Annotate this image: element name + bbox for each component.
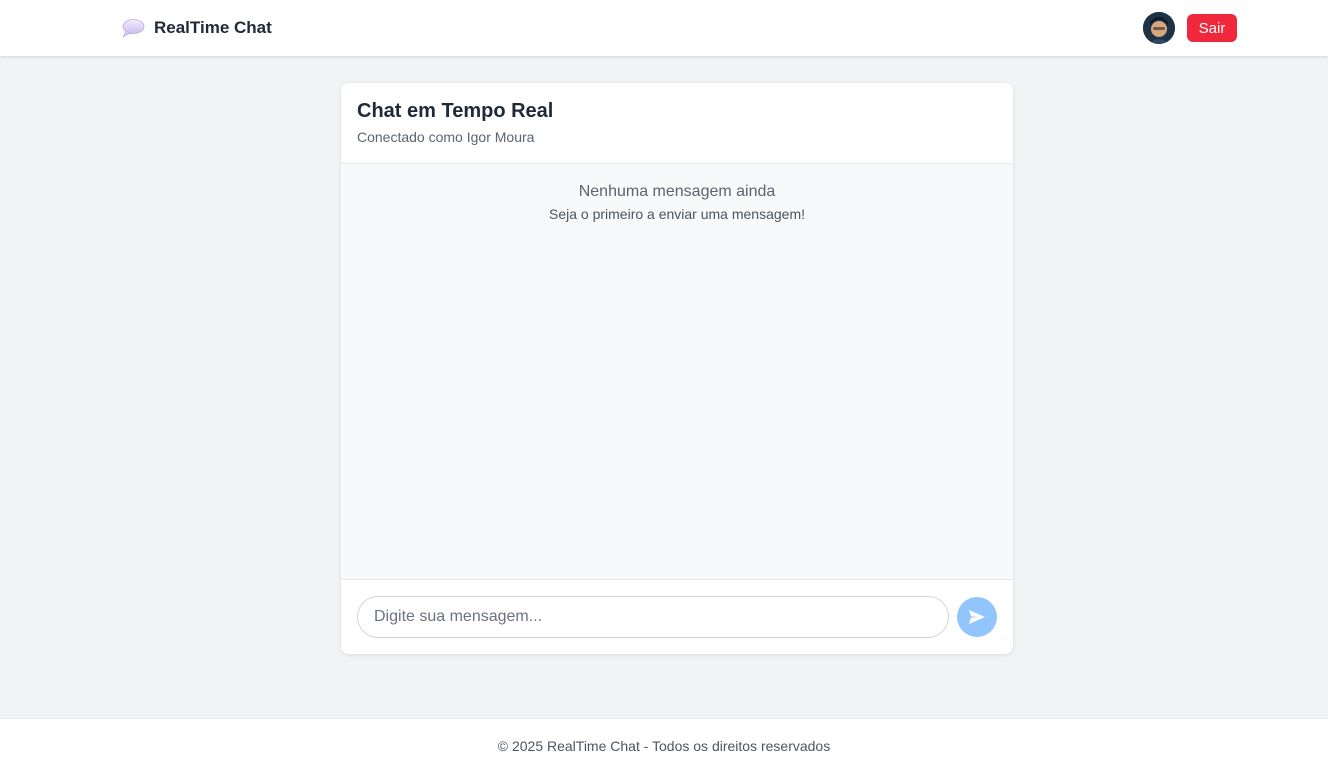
brand-name: RealTime Chat xyxy=(154,18,272,37)
copyright-text: © 2025 RealTime Chat - Todos os direitos… xyxy=(497,738,831,754)
top-navbar: RealTime Chat Sair xyxy=(0,0,1328,56)
send-button[interactable] xyxy=(957,597,997,637)
user-avatar-image xyxy=(1143,12,1175,44)
empty-state-title: Nenhuma mensagem ainda xyxy=(578,183,776,200)
brand[interactable]: RealTime Chat xyxy=(121,16,272,40)
message-composer xyxy=(341,580,1013,654)
chat-card: Chat em Tempo Real Conectado como Igor M… xyxy=(341,83,1013,654)
send-icon xyxy=(969,610,985,624)
empty-state-subtitle: Seja o primeiro a enviar uma mensagem! xyxy=(548,206,805,222)
footer: © 2025 RealTime Chat - Todos os direitos… xyxy=(0,718,1328,766)
avatar[interactable] xyxy=(1143,12,1175,44)
speech-bubble-icon xyxy=(122,19,145,38)
message-list[interactable]: Nenhuma mensagem ainda Seja o primeiro a… xyxy=(341,164,1013,580)
logout-button[interactable]: Sair xyxy=(1187,14,1237,42)
message-input[interactable] xyxy=(357,596,949,638)
chat-header: Chat em Tempo Real Conectado como Igor M… xyxy=(341,83,1013,164)
connected-user-label: Conectado como Igor Moura xyxy=(357,129,535,145)
chat-title: Chat em Tempo Real xyxy=(357,100,554,122)
